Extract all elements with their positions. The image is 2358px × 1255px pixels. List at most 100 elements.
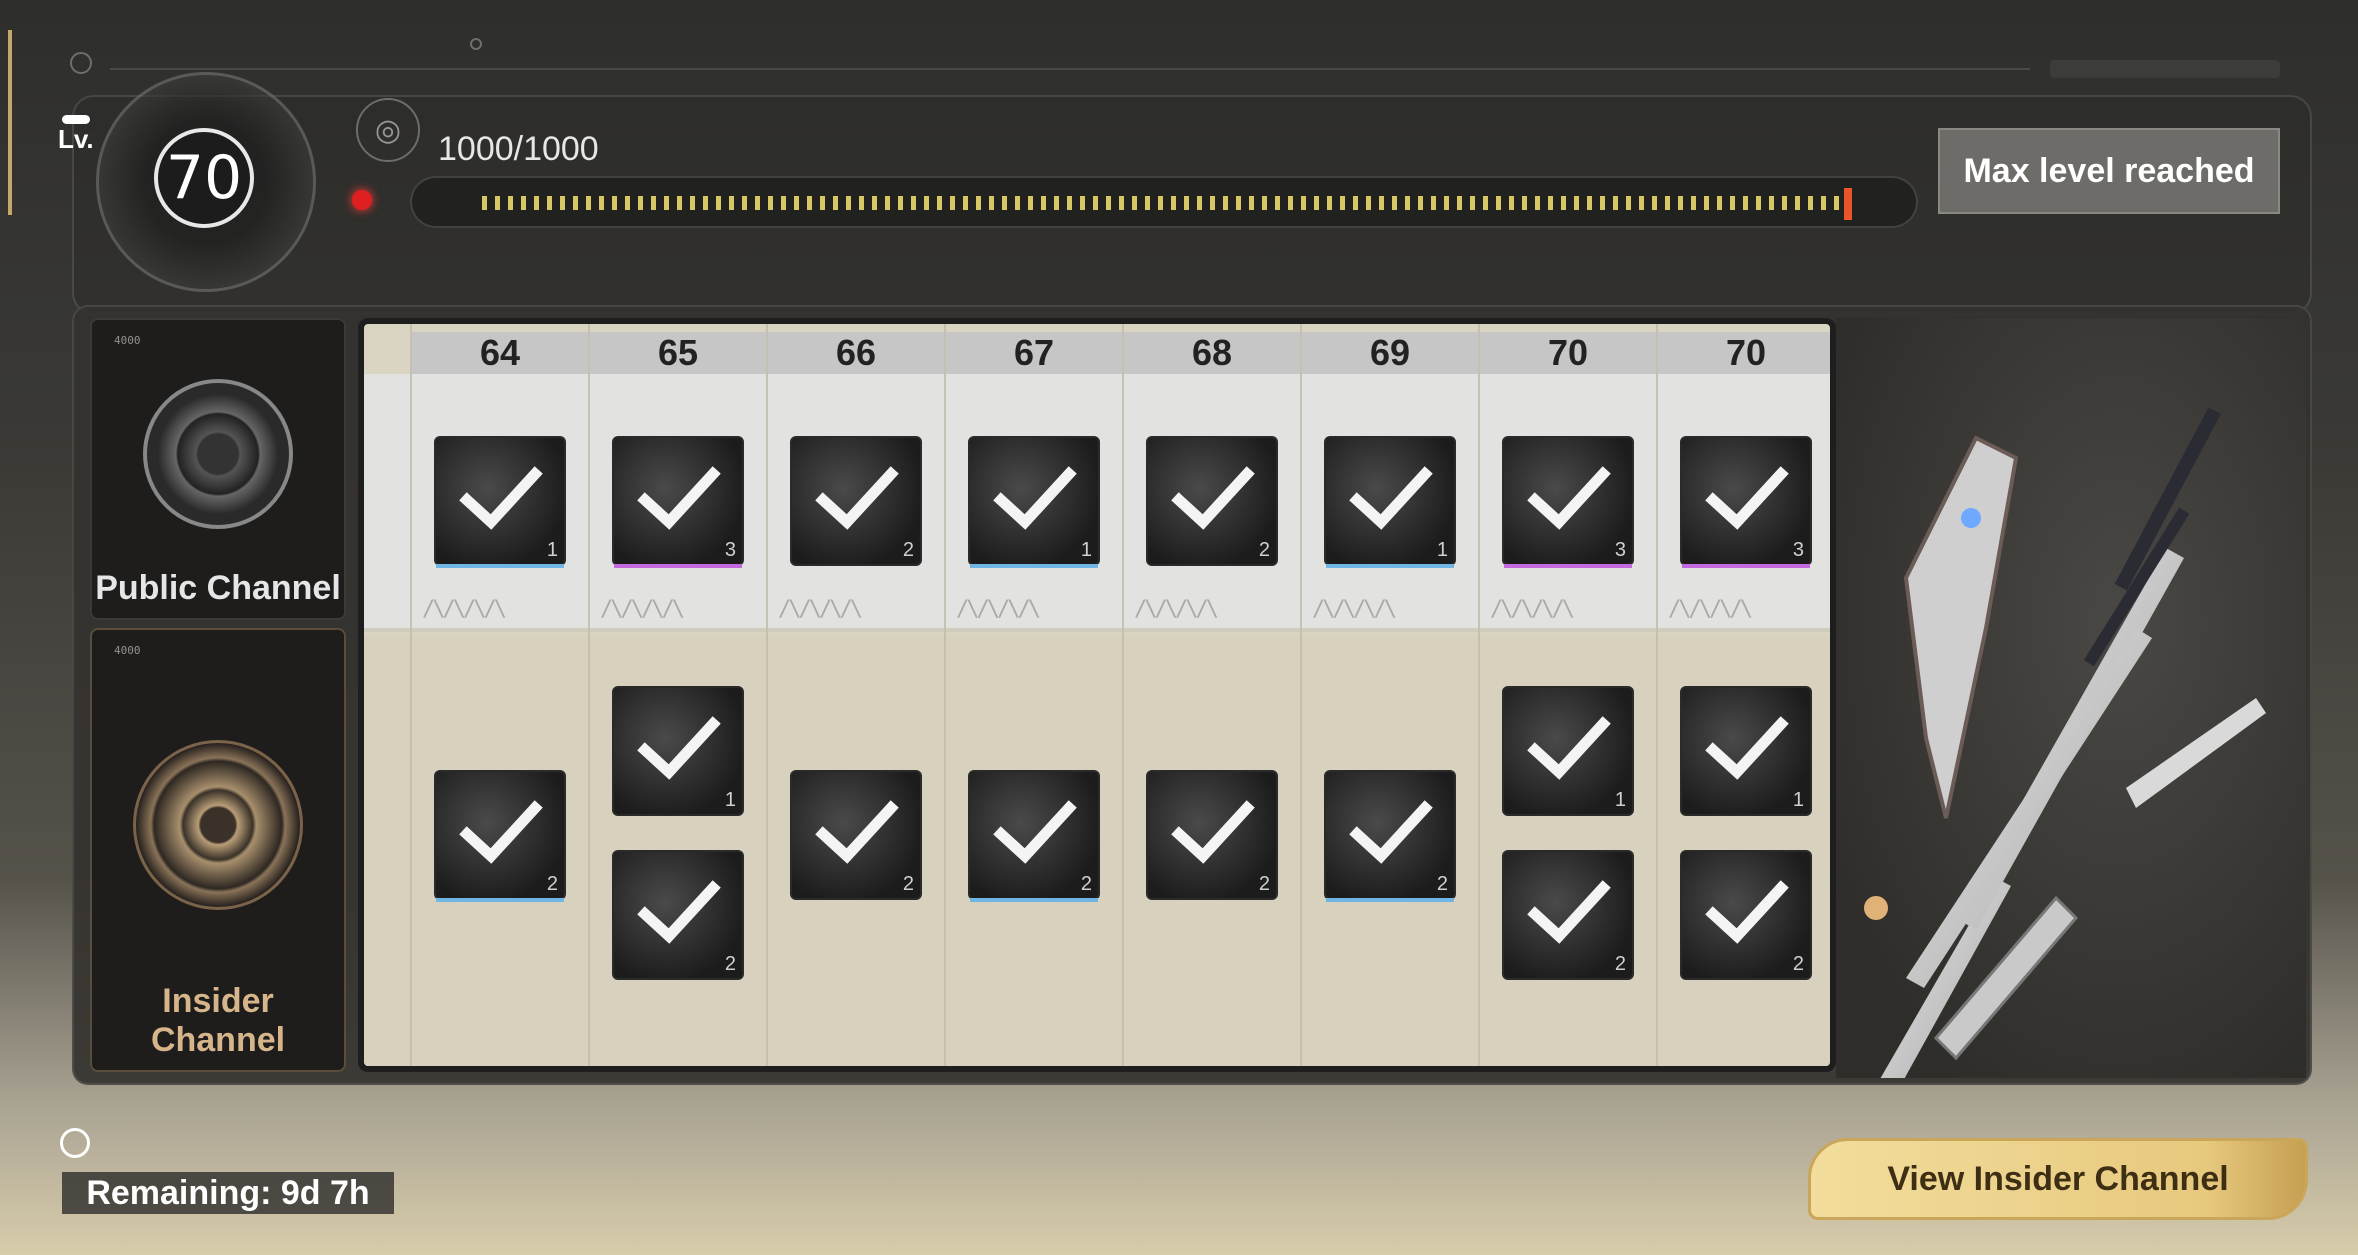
waveform-icon: /\/\/\/\ — [956, 597, 1041, 622]
checkmark-icon — [1169, 464, 1255, 539]
reward-item-claimed[interactable]: 3 — [1502, 436, 1634, 568]
reward-count: 3 — [1792, 539, 1804, 561]
checkmark-icon — [457, 798, 543, 873]
level-column: 68 /\/\/\/\ 2 2 — [1124, 324, 1302, 1066]
rarity-bar — [614, 564, 742, 568]
level-column: 65 /\/\/\/\ 3 1 2 — [590, 324, 768, 1066]
checkmark-icon — [1347, 798, 1433, 873]
level-column-partial — [364, 324, 412, 1066]
reward-count: 2 — [1258, 873, 1270, 895]
tab-label: Public Channel — [95, 569, 341, 607]
xp-progress-fill — [482, 196, 1844, 210]
reward-track-grid: 64 /\/\/\/\ 1 2 65 /\/\/\/\ 3 1 2 66 /\/\/\/\ 2 2 67 /… — [358, 318, 1836, 1072]
reward-item-claimed[interactable]: 2 — [968, 770, 1100, 902]
reward-item-claimed[interactable]: 3 — [612, 436, 744, 568]
rarity-bar — [1148, 564, 1276, 568]
reward-item-claimed[interactable]: 1 — [1680, 686, 1812, 816]
checkmark-icon — [1703, 464, 1789, 539]
reward-item-claimed[interactable]: 3 — [1680, 436, 1812, 568]
reward-count: 2 — [1792, 953, 1804, 975]
reward-item-claimed[interactable]: 2 — [1324, 770, 1456, 902]
reward-count: 3 — [1614, 539, 1626, 561]
rarity-bar — [436, 898, 564, 902]
level-column: 70 /\/\/\/\ 3 1 2 — [1658, 324, 1830, 1066]
checkmark-icon — [1703, 714, 1789, 789]
level-number: 64 — [412, 332, 588, 374]
checkmark-icon — [1703, 878, 1789, 953]
reward-count: 1 — [724, 789, 736, 811]
status-dot — [352, 190, 372, 210]
checkmark-icon — [991, 798, 1077, 873]
checkmark-icon — [991, 464, 1077, 539]
reward-item-claimed[interactable]: 2 — [1680, 850, 1812, 980]
channel-code: 4000 — [114, 644, 141, 657]
reward-count: 2 — [546, 873, 558, 895]
view-insider-channel-button[interactable]: View Insider Channel — [1808, 1138, 2308, 1220]
waveform-icon: /\/\/\/\ — [1490, 597, 1575, 622]
channel-code: 4000 — [114, 334, 141, 347]
reward-count: 2 — [1258, 539, 1270, 561]
rarity-bar — [614, 814, 742, 818]
reward-item-claimed[interactable]: 2 — [1502, 850, 1634, 980]
golden-record-icon — [133, 740, 303, 910]
reward-item-claimed[interactable]: 2 — [612, 850, 744, 980]
public-reward-slot — [364, 374, 410, 632]
weapon-showcase-art — [1836, 318, 2306, 1078]
waveform-icon: /\/\/\/\ — [1312, 597, 1397, 622]
checkmark-icon — [1347, 464, 1433, 539]
checkmark-icon — [1525, 878, 1611, 953]
xp-progress-bar — [410, 176, 1918, 228]
checkmark-icon — [813, 798, 899, 873]
checkmark-icon — [635, 714, 721, 789]
level-number: 68 — [1124, 332, 1300, 374]
checkmark-icon — [1525, 464, 1611, 539]
rarity-bar — [614, 978, 742, 982]
target-icon: ◎ — [356, 98, 420, 162]
frame-line — [110, 68, 2030, 70]
level-number: 65 — [590, 332, 766, 374]
frame-ring-icon — [70, 52, 92, 74]
level-number: 70 — [1480, 332, 1656, 374]
reward-count: 1 — [1792, 789, 1804, 811]
checkmark-icon — [635, 878, 721, 953]
checkmark-icon — [635, 464, 721, 539]
max-level-button[interactable]: Max level reached — [1938, 128, 2280, 214]
reward-item-claimed[interactable]: 2 — [434, 770, 566, 902]
waveform-icon: /\/\/\/\ — [1134, 597, 1219, 622]
tab-insider-channel[interactable]: 4000 Insider Channel — [90, 628, 346, 1072]
checkmark-icon — [457, 464, 543, 539]
checkmark-icon — [1169, 798, 1255, 873]
reward-count: 1 — [546, 539, 558, 561]
reward-count: 2 — [902, 539, 914, 561]
checkmark-icon — [1525, 714, 1611, 789]
tab-public-channel[interactable]: 4000 Public Channel — [90, 318, 346, 620]
reward-item-claimed[interactable]: 1 — [434, 436, 566, 568]
level-column: 69 /\/\/\/\ 1 2 — [1302, 324, 1480, 1066]
reward-item-claimed[interactable]: 2 — [1146, 436, 1278, 566]
reward-item-claimed[interactable]: 1 — [1324, 436, 1456, 568]
rarity-bar — [1504, 814, 1632, 818]
xp-progress-marker — [1844, 188, 1852, 220]
rarity-bar — [1504, 564, 1632, 568]
reward-item-claimed[interactable]: 1 — [968, 436, 1100, 568]
level-pip — [62, 115, 90, 124]
level-number: 69 — [1302, 332, 1478, 374]
reward-item-claimed[interactable]: 1 — [1502, 686, 1634, 816]
rarity-bar — [1504, 978, 1632, 982]
rarity-bar — [792, 898, 920, 902]
reward-count: 3 — [724, 539, 736, 561]
reward-count: 1 — [1436, 539, 1448, 561]
level-column: 67 /\/\/\/\ 1 2 — [946, 324, 1124, 1066]
rarity-bar — [792, 564, 920, 568]
waveform-icon: /\/\/\/\ — [1668, 597, 1753, 622]
reward-item-claimed[interactable]: 2 — [790, 770, 922, 900]
level-column: 70 /\/\/\/\ 3 1 2 — [1480, 324, 1658, 1066]
reward-item-claimed[interactable]: 2 — [1146, 770, 1278, 900]
reward-item-claimed[interactable]: 1 — [612, 686, 744, 816]
waveform-icon: /\/\/\/\ — [422, 597, 507, 622]
rarity-bar — [1682, 978, 1810, 982]
frame-ring-icon — [470, 38, 482, 50]
rarity-bar — [1326, 898, 1454, 902]
reward-count: 2 — [902, 873, 914, 895]
reward-item-claimed[interactable]: 2 — [790, 436, 922, 566]
